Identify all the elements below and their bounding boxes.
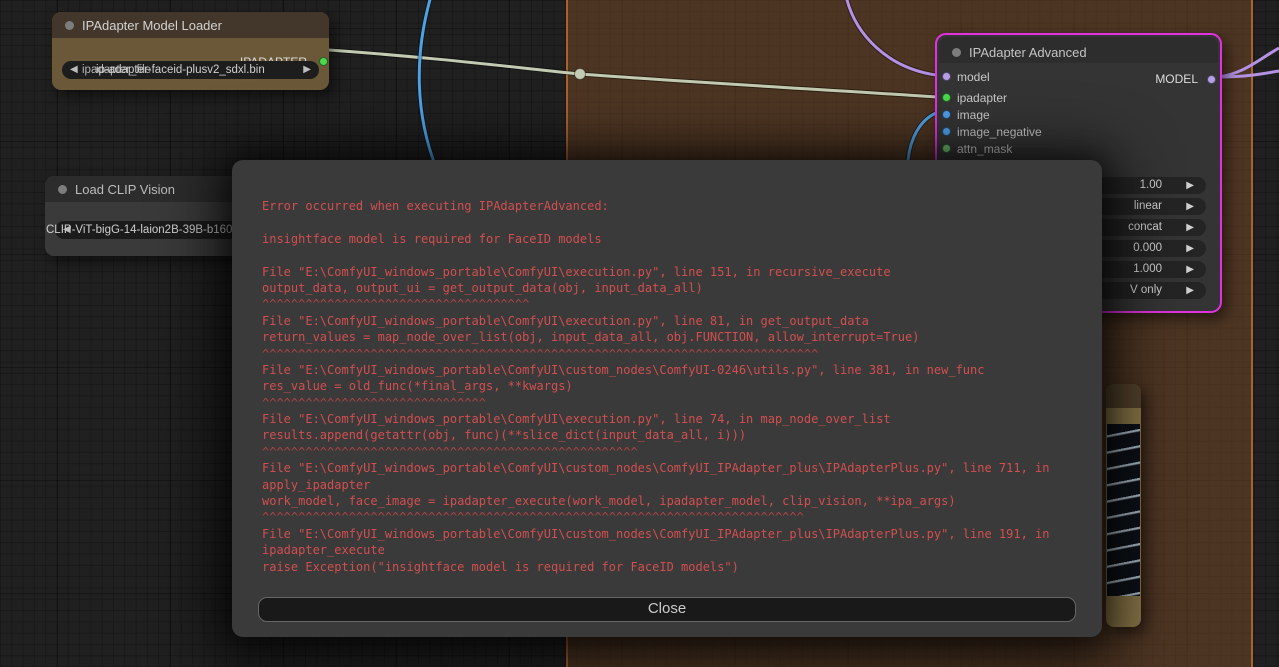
traceback-line: work_model, face_image = ipadapter_execu… [262,494,956,509]
traceback-line: File "E:\ComfyUI_windows_portable\ComfyU… [262,461,1050,476]
widget-prev-icon[interactable]: ◀ [70,64,78,76]
node-titlebar[interactable]: IPAdapter Advanced [939,37,1218,63]
input-label-image_negative: image_negative [957,125,1042,139]
traceback-line: File "E:\ComfyUI_windows_portable\ComfyU… [262,313,869,328]
output-port-model[interactable] [1207,75,1216,84]
collapse-dot-icon[interactable] [58,185,67,194]
widget-next-icon[interactable]: ▶ [1186,264,1194,275]
widget-value: concat [1128,221,1162,233]
input-label-image: image [957,108,990,122]
traceback-line: return_values = map_node_over_list(obj, … [262,330,920,345]
traceback-line [262,214,1084,230]
widget-next-icon[interactable]: ▶ [1186,222,1194,233]
widget-value: 0.000 [1133,242,1162,254]
widget-value: V only [1130,284,1162,296]
traceback-line: apply_ipadapter [262,477,371,492]
widget-next-icon[interactable]: ▶ [1186,285,1194,296]
node-title: IPAdapter Advanced [969,45,1087,60]
widget-next-icon[interactable]: ▶ [303,64,311,76]
node-graph-canvas[interactable]: IPAdapter Model Loader IPADAPTER ipadapt… [0,0,1279,667]
input-port-ipadapter[interactable] [942,93,951,102]
node-title: Load CLIP Vision [75,182,175,197]
traceback-line: File "E:\ComfyUI_windows_portable\ComfyU… [262,264,891,279]
collapse-dot-icon[interactable] [952,48,961,57]
traceback-line: Error occurred when executing IPAdapterA… [262,199,609,213]
input-label-ipadapter: ipadapter [957,91,1008,105]
traceback-line: results.append(getattr(obj, func)(**slic… [262,428,747,443]
traceback-caret-line: ^^^^^^^^^^^^^^^^^^^^^^^^^^^^^^^^^^^^^^^^… [262,444,638,459]
traceback-caret-line: ^^^^^^^^^^^^^^^^^^^^^^^^^^^^^^^^^^^^^ [262,297,530,312]
widget-next-icon[interactable]: ▶ [1186,180,1194,191]
output-label-model: MODEL [1155,72,1198,86]
node-ipadapter-model-loader[interactable]: IPAdapter Model Loader IPADAPTER ipadapt… [52,12,329,90]
traceback-caret-line: ^^^^^^^^^^^^^^^^^^^^^^^^^^^^^^^^^^^^^^^^… [262,510,804,525]
widget-value: linear [1133,200,1162,212]
widget-value: 1.000 [1133,263,1162,275]
widget-value: 1.00 [1139,179,1162,191]
traceback-line: File "E:\ComfyUI_windows_portable\ComfyU… [262,526,1050,541]
widget-ipadapter-file[interactable]: ipadapter_file ip-adapter-faceid-plusv2_… [62,61,319,79]
widget-next-icon[interactable]: ▶ [1186,201,1194,212]
input-port-model[interactable] [942,72,951,81]
collapse-dot-icon[interactable] [65,21,74,30]
traceback-caret-line: ^^^^^^^^^^^^^^^^^^^^^^^^^^^^^^^ [262,395,486,410]
node-titlebar[interactable] [1106,384,1141,408]
output-port-ipadapter[interactable] [319,57,328,66]
wire-image-left [417,0,439,171]
input-label-model: model [957,70,990,84]
node-image-preview[interactable] [1106,384,1141,627]
node-title: IPAdapter Model Loader [82,18,222,33]
traceback-line [262,247,1084,263]
node-titlebar[interactable]: IPAdapter Model Loader [52,12,329,38]
traceback-line: res_value = old_func(*final_args, **kwar… [262,379,573,394]
close-button[interactable]: Close [258,597,1076,622]
traceback-line: raise Exception("insightface model is re… [262,559,739,574]
input-label-attn_mask: attn_mask [957,142,1013,156]
traceback-line: output_data, output_ui = get_output_data… [262,280,703,295]
traceback-line: File "E:\ComfyUI_windows_portable\ComfyU… [262,412,891,427]
input-port-attn_mask[interactable] [942,144,951,153]
widget-next-icon[interactable]: ▶ [1186,243,1194,254]
input-port-image[interactable] [942,110,951,119]
widget-prev-icon[interactable]: ◀ [63,224,71,236]
wire-image-left-shadow [416,0,440,171]
widget-value: ip-adapter-faceid-plusv2_sdxl.bin [96,64,265,76]
traceback-line: File "E:\ComfyUI_windows_portable\ComfyU… [262,362,985,377]
preview-image [1107,424,1140,596]
input-port-image_negative[interactable] [942,127,951,136]
error-dialog: Error occurred when executing IPAdapterA… [232,160,1102,637]
traceback-line: insightface model is required for FaceID… [262,231,602,246]
traceback: Error occurred when executing IPAdapterA… [262,198,1084,575]
traceback-caret-line: ^^^^^^^^^^^^^^^^^^^^^^^^^^^^^^^^^^^^^^^^… [262,346,819,361]
traceback-line: ipadapter_execute [262,543,385,558]
